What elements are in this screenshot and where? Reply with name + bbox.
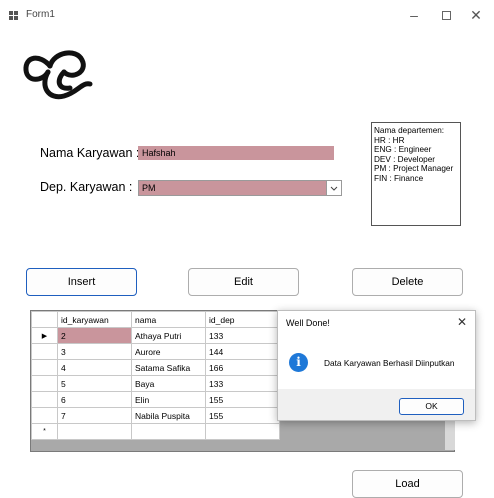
app-icon xyxy=(9,11,18,20)
table-cell[interactable]: 7 xyxy=(57,407,132,424)
table-cell[interactable]: Elin xyxy=(131,391,206,408)
nama-karyawan-input[interactable]: Hafshah xyxy=(138,146,334,160)
table-cell[interactable]: 155 xyxy=(205,391,280,408)
edit-button[interactable]: Edit xyxy=(188,268,299,296)
row-header[interactable] xyxy=(31,391,58,408)
table-cell[interactable]: 3 xyxy=(57,343,132,360)
row-header[interactable] xyxy=(31,375,58,392)
maximize-icon xyxy=(441,11,451,20)
department-info-box: Nama departemen: HR : HR ENG : Engineer … xyxy=(371,122,461,226)
table-cell[interactable]: Athaya Putri xyxy=(131,327,206,344)
table-cell[interactable]: 5 xyxy=(57,375,132,392)
nama-karyawan-label: Nama Karyawan : xyxy=(40,146,140,160)
message-dialog: Well Done! ✕ i Data Karyawan Berhasil Di… xyxy=(277,310,476,421)
table-cell[interactable]: 2 xyxy=(57,327,132,344)
table-row[interactable]: 6 Elin 155 xyxy=(31,391,280,408)
dep-karyawan-label: Dep. Karyawan : xyxy=(40,180,133,194)
table-cell[interactable]: Baya xyxy=(131,375,206,392)
table-cell[interactable]: Nabila Puspita xyxy=(131,407,206,424)
table-cell[interactable]: 166 xyxy=(205,359,280,376)
minimize-icon: – xyxy=(410,7,418,23)
new-row-indicator[interactable]: * xyxy=(31,423,58,440)
grid-scrollbar[interactable] xyxy=(445,420,455,450)
column-header-nama[interactable]: nama xyxy=(131,311,206,328)
table-cell[interactable] xyxy=(131,423,206,440)
corner-header-cell xyxy=(31,311,58,328)
table-cell[interactable]: 155 xyxy=(205,407,280,424)
table-header-row: id_karyawan nama id_dep xyxy=(31,311,280,328)
table-row[interactable]: ▶ 2 Athaya Putri 133 xyxy=(31,327,280,344)
row-header[interactable] xyxy=(31,343,58,360)
table-cell[interactable] xyxy=(205,423,280,440)
table-row[interactable]: 5 Baya 133 xyxy=(31,375,280,392)
dropdown-button[interactable] xyxy=(326,181,341,195)
dep-karyawan-select[interactable]: PM xyxy=(138,180,342,196)
column-header-id-dep[interactable]: id_dep xyxy=(205,311,280,328)
dialog-message: Data Karyawan Berhasil Diinputkan xyxy=(324,358,455,368)
table-cell[interactable]: 144 xyxy=(205,343,280,360)
close-button[interactable]: ✕ xyxy=(460,4,492,26)
title-bar: Form1 – ✕ xyxy=(0,0,494,30)
employee-table: id_karyawan nama id_dep ▶ 2 Athaya Putri… xyxy=(31,311,280,440)
current-row-indicator[interactable]: ▶ xyxy=(31,327,58,344)
table-cell[interactable]: Satama Safika xyxy=(131,359,206,376)
maximize-button[interactable] xyxy=(430,4,462,26)
info-icon: i xyxy=(289,353,308,372)
table-cell[interactable] xyxy=(57,423,132,440)
row-header[interactable] xyxy=(31,407,58,424)
table-cell[interactable]: Aurore xyxy=(131,343,206,360)
insert-button[interactable]: Insert xyxy=(26,268,137,296)
ok-button[interactable]: OK xyxy=(399,398,464,415)
company-logo xyxy=(23,50,93,100)
row-header[interactable] xyxy=(31,359,58,376)
window-title: Form1 xyxy=(26,9,55,20)
table-cell[interactable]: 4 xyxy=(57,359,132,376)
minimize-button[interactable]: – xyxy=(398,4,430,26)
column-header-id-karyawan[interactable]: id_karyawan xyxy=(57,311,132,328)
table-cell[interactable]: 133 xyxy=(205,375,280,392)
table-cell[interactable]: 133 xyxy=(205,327,280,344)
close-icon: ✕ xyxy=(470,7,482,23)
dep-karyawan-selected-value: PM xyxy=(142,183,156,193)
load-button[interactable]: Load xyxy=(352,470,463,498)
dialog-close-button[interactable]: ✕ xyxy=(457,315,467,329)
table-cell[interactable]: 6 xyxy=(57,391,132,408)
dialog-title: Well Done! xyxy=(286,318,330,328)
chevron-down-icon xyxy=(330,186,338,191)
delete-button[interactable]: Delete xyxy=(352,268,463,296)
table-row[interactable]: 7 Nabila Puspita 155 xyxy=(31,407,280,424)
table-row[interactable]: 3 Aurore 144 xyxy=(31,343,280,360)
table-row[interactable]: 4 Satama Safika 166 xyxy=(31,359,280,376)
new-row[interactable]: * xyxy=(31,423,280,440)
